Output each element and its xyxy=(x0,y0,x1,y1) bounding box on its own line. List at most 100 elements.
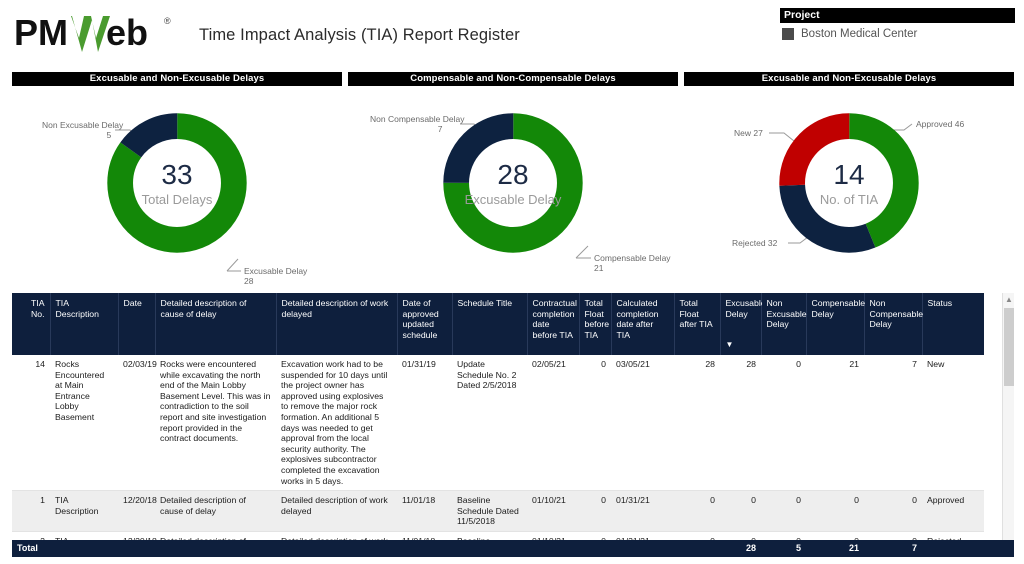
total-blank xyxy=(611,540,674,557)
chart-panel-excusable-delays: Excusable and Non-Excusable Delays Non E… xyxy=(12,72,342,286)
cell-schedule-title: Baseline Schedule Dated 11/5/2018 xyxy=(452,490,527,532)
chart-title: Excusable and Non-Excusable Delays xyxy=(684,72,1014,86)
cell-total-float-after: 28 xyxy=(674,355,720,492)
col-header-tia-no[interactable]: TIA No. xyxy=(12,293,51,355)
total-status xyxy=(922,540,984,557)
total-total-float-after xyxy=(674,540,720,557)
callout-new: New 27 xyxy=(734,128,763,138)
pmweb-logo: PM eb ® xyxy=(14,12,184,56)
cell-work-delayed: Excavation work had to be suspended for … xyxy=(276,355,397,492)
cell-excusable-delay: 0 xyxy=(720,490,761,532)
svg-text:PM: PM xyxy=(14,12,68,53)
sort-descending-icon[interactable]: ▼ xyxy=(726,340,734,351)
col-header-tia-description[interactable]: TIA Description xyxy=(50,293,119,355)
slicer-item-boston-medical-center[interactable]: Boston Medical Center xyxy=(780,23,1015,40)
col-header-date-approved-schedule[interactable]: Date of approved updated schedule xyxy=(397,293,453,355)
col-header-date[interactable]: Date xyxy=(118,293,156,355)
col-header-non-compensable-delay[interactable]: Non Compensable Delay xyxy=(864,293,923,355)
slice-non-compensable-delay[interactable] xyxy=(443,113,583,253)
chart-body: New 27 Approved 46 Rejected 32 14 No. of… xyxy=(684,86,1014,284)
table-row[interactable]: 1 TIA Description 12/20/18 Detailed desc… xyxy=(12,490,984,532)
report-page: PM eb ® Time Impact Analysis (TIA) Repor… xyxy=(0,0,1024,564)
total-excusable-delay: 28 xyxy=(745,543,756,553)
cell-date: 02/03/19 xyxy=(118,355,157,492)
col-header-non-excusable-delay[interactable]: Non Excusable Delay xyxy=(761,293,807,355)
col-header-schedule-title[interactable]: Schedule Title xyxy=(452,293,528,355)
cell-tia-no: 1 xyxy=(12,490,50,532)
total-blank xyxy=(397,540,452,557)
cell-contractual-completion-before: 02/05/21 xyxy=(527,355,579,492)
chart-body: Non Excusable Delay 5 Excusable Delay 28… xyxy=(12,86,342,286)
cell-tia-description: TIA Description xyxy=(50,490,118,532)
col-header-total-float-after[interactable]: Total Float after TIA xyxy=(674,293,721,355)
col-header-compensable-delay[interactable]: Compensable Delay xyxy=(806,293,865,355)
page-title: Time Impact Analysis (TIA) Report Regist… xyxy=(199,26,520,44)
tia-table-grid: TIA No. TIA Description Date Detailed de… xyxy=(12,293,984,557)
col-header-cause-of-delay[interactable]: Detailed description of cause of delay xyxy=(155,293,277,355)
total-blank xyxy=(452,540,527,557)
col-header-contractual-completion-before[interactable]: Contractual completion date before TIA xyxy=(527,293,580,355)
callout-excusable-delay: Excusable Delay 28 xyxy=(244,266,308,286)
chart-body: Non Compensable Delay 7 Compensable Dela… xyxy=(348,86,678,284)
chart-title: Excusable and Non-Excusable Delays xyxy=(12,72,342,86)
col-header-total-float-before[interactable]: Total Float before TIA xyxy=(579,293,612,355)
total-compensable-delay: 21 xyxy=(848,543,859,553)
cell-tia-no: 14 xyxy=(12,355,50,492)
table-row[interactable]: 14 Rocks Encountered at Main Entrance Lo… xyxy=(12,355,984,492)
total-blank xyxy=(50,540,118,557)
cell-cause-of-delay: Rocks were encountered while excavating … xyxy=(155,355,276,492)
col-header-status[interactable]: Status xyxy=(922,293,984,355)
col-header-excusable-delay[interactable]: Excusable Delay ▼ xyxy=(720,293,766,355)
donut-chart-excusable-delay[interactable]: 28 Excusable Delay xyxy=(438,108,588,258)
cell-cause-of-delay: Detailed description of cause of delay xyxy=(155,490,276,532)
cell-date-approved-schedule: 01/31/19 xyxy=(397,355,452,492)
donut-chart-total-delays[interactable]: 33 Total Delays xyxy=(102,108,252,258)
cell-total-float-before: 0 xyxy=(579,490,611,532)
project-slicer-title: Project xyxy=(780,8,1015,23)
table-vertical-scrollbar[interactable]: ▲ ▼ xyxy=(1002,293,1014,557)
total-non-excusable-delay: 5 xyxy=(795,543,801,553)
cell-non-excusable-delay: 0 xyxy=(761,490,806,532)
callout-compensable-delay: Compensable Delay 21 xyxy=(594,253,671,273)
total-blank xyxy=(527,540,579,557)
table-total-row: Total 28 5 21 7 xyxy=(12,540,1014,557)
cell-contractual-completion-before: 01/10/21 xyxy=(527,490,579,532)
total-blank xyxy=(579,540,611,557)
col-header-work-delayed[interactable]: Detailed description of work delayed xyxy=(276,293,398,355)
col-header-calculated-completion-after[interactable]: Calculated completion date after TIA xyxy=(611,293,675,355)
slice-new[interactable] xyxy=(779,113,919,253)
cell-calculated-completion-after: 03/05/21 xyxy=(611,355,674,492)
slice-non-excusable-delay[interactable] xyxy=(107,113,247,253)
total-blank xyxy=(155,540,276,557)
checkbox-icon[interactable] xyxy=(782,28,794,40)
cell-calculated-completion-after: 01/31/21 xyxy=(611,490,674,532)
chart-panel-compensable-delays: Compensable and Non-Compensable Delays N… xyxy=(348,72,678,284)
cell-status: Approved xyxy=(922,490,984,532)
table-header-row: TIA No. TIA Description Date Detailed de… xyxy=(12,293,984,355)
cell-work-delayed: Detailed description of work delayed xyxy=(276,490,397,532)
cell-status: New xyxy=(922,355,984,492)
cell-date: 12/20/18 xyxy=(118,490,157,532)
total-blank xyxy=(276,540,397,557)
cell-total-float-before: 0 xyxy=(579,355,611,492)
scroll-up-icon[interactable]: ▲ xyxy=(1003,293,1014,306)
cell-compensable-delay: 0 xyxy=(806,490,864,532)
col-header-excusable-delay-label: Excusable Delay xyxy=(725,298,766,319)
scrollbar-thumb[interactable] xyxy=(1004,308,1014,386)
cell-total-float-after: 0 xyxy=(674,490,720,532)
callout-rejected: Rejected 32 xyxy=(732,238,778,248)
chart-title: Compensable and Non-Compensable Delays xyxy=(348,72,678,86)
cell-tia-description: Rocks Encountered at Main Entrance Lobby… xyxy=(50,355,118,492)
slicer-item-label: Boston Medical Center xyxy=(801,28,918,40)
total-non-compensable-delay: 7 xyxy=(911,543,917,553)
total-blank xyxy=(118,540,155,557)
cell-excusable-delay: 28 xyxy=(720,355,761,492)
cell-compensable-delay: 21 xyxy=(806,355,864,492)
cell-non-compensable-delay: 0 xyxy=(864,490,922,532)
project-slicer[interactable]: Project Boston Medical Center xyxy=(780,8,1015,40)
tia-table[interactable]: TIA No. TIA Description Date Detailed de… xyxy=(12,293,1014,557)
chart-panel-tia-status: Excusable and Non-Excusable Delays New 2… xyxy=(684,72,1014,284)
donut-chart-no-of-tia[interactable]: 14 No. of TIA xyxy=(774,108,924,258)
cell-schedule-title: Update Schedule No. 2 Dated 2/5/2018 xyxy=(452,355,527,492)
cell-non-excusable-delay: 0 xyxy=(761,355,806,492)
